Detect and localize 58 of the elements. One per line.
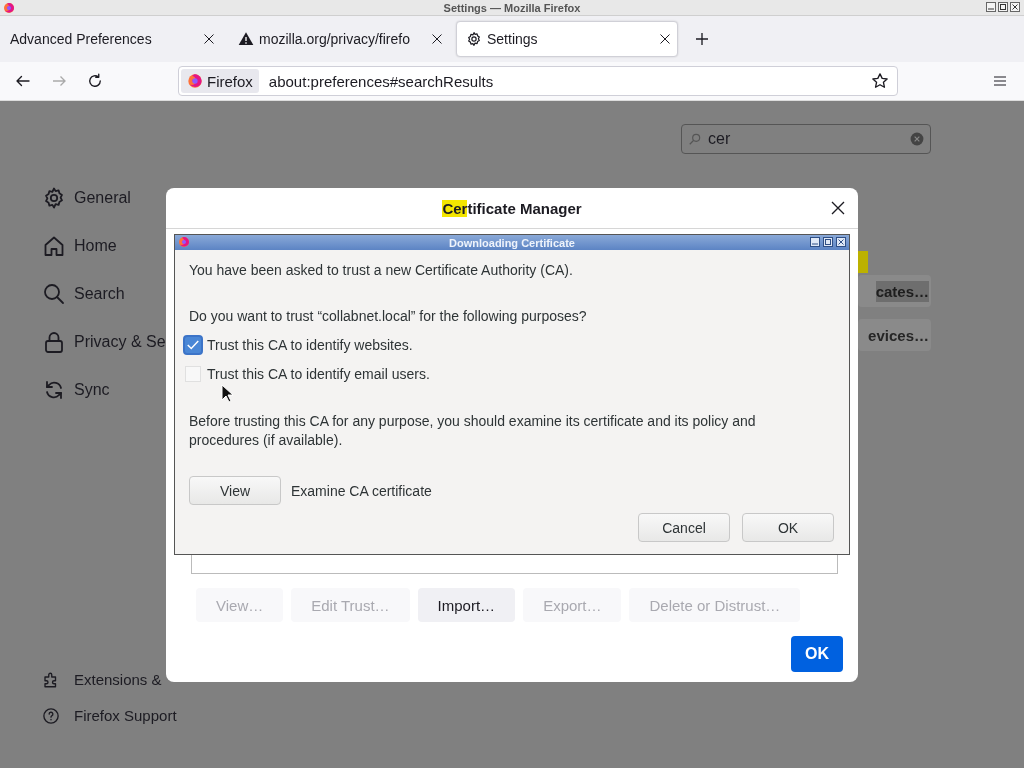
settings-button[interactable]: evices… [858, 319, 931, 351]
sidebar-item[interactable]: General [42, 185, 131, 211]
close-icon[interactable] [659, 33, 671, 45]
star-icon[interactable] [871, 72, 889, 90]
menu-icon[interactable] [992, 73, 1008, 89]
gear-icon [466, 31, 482, 47]
sidebar-item[interactable]: Sync [42, 377, 110, 403]
sidebar-link[interactable]: Extensions & [42, 670, 162, 690]
firefox-logo-icon [178, 236, 190, 248]
hint-text: Examine CA certificate [291, 482, 432, 499]
ok-button[interactable]: OK [742, 513, 834, 542]
plus-icon[interactable] [694, 31, 710, 47]
close-icon[interactable] [431, 33, 443, 45]
browser-tab[interactable]: mozilla.org/privacy/firefo [228, 21, 450, 57]
question-text: Do you want to trust “collabnet.local” for the following purposes? [189, 307, 588, 326]
sidebar-item[interactable]: Search [42, 281, 125, 307]
minimize-icon[interactable] [810, 237, 820, 247]
checkbox-label[interactable]: Trust this CA to identify websites. [207, 337, 413, 353]
note-text: Before trusting this CA for any purpose, you should examine its certificate and its policy and procedures (if available). [189, 412, 757, 450]
browser-tab[interactable]: Advanced Preferences [0, 21, 222, 57]
help-icon [42, 707, 60, 725]
address-field[interactable]: Firefox about:preferences#searchResults [178, 66, 898, 96]
settings-button[interactable]: cates… [858, 275, 931, 307]
search-icon [688, 132, 702, 146]
checkbox[interactable] [183, 335, 203, 355]
intro-text: You have been asked to trust a new Certificate Authority (CA). [189, 261, 574, 280]
lock-icon [42, 330, 66, 354]
browser-tab[interactable]: Settings [456, 21, 678, 57]
close-icon[interactable] [830, 200, 846, 216]
sidebar-link[interactable]: Firefox Support [42, 706, 177, 726]
clear-icon[interactable] [910, 132, 924, 146]
search-icon [42, 282, 66, 306]
firefox-logo-icon [3, 2, 15, 14]
identity-box[interactable]: Firefox [181, 69, 259, 93]
sidebar-item[interactable]: Home [42, 233, 117, 259]
sidebar-item[interactable]: Privacy & Se [42, 329, 166, 355]
cursor-icon [221, 384, 233, 403]
checkbox-label[interactable]: Trust this CA to identify email users. [207, 366, 430, 382]
close-icon[interactable] [836, 237, 846, 247]
window-title: Settings — Mozilla Firefox [443, 1, 581, 14]
warning-icon [238, 31, 254, 47]
firefox-logo-icon [187, 73, 203, 89]
highlight-mark [858, 251, 868, 273]
minimize-icon[interactable] [986, 2, 996, 12]
dialog-button[interactable]: Import… [417, 588, 516, 622]
close-icon[interactable] [203, 33, 215, 45]
view-button[interactable]: View [189, 476, 281, 505]
check-icon [186, 338, 200, 352]
search-field[interactable]: cer [681, 124, 931, 154]
dialog-title: Downloading Certificate [449, 236, 575, 249]
home-icon [42, 234, 66, 258]
reload-icon[interactable] [86, 72, 104, 90]
ok-button[interactable]: OK [791, 636, 843, 672]
cancel-button[interactable]: Cancel [638, 513, 730, 542]
maximize-icon[interactable] [823, 237, 833, 247]
maximize-icon[interactable] [998, 2, 1008, 12]
close-icon[interactable] [1010, 2, 1020, 12]
gear-icon [42, 186, 66, 210]
